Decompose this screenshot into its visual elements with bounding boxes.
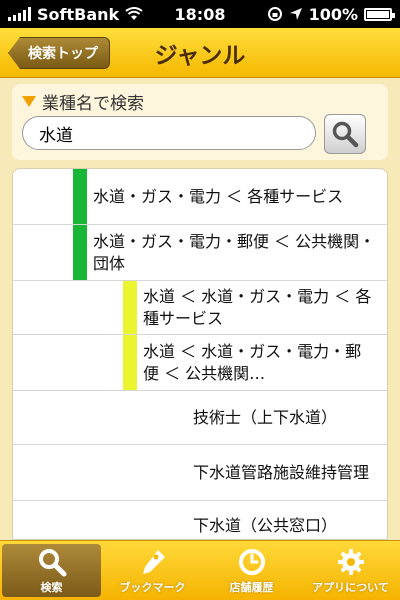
results-list: 水道・ガス・電力 ＜ 各種サービス 水道・ガス・電力・郵便 ＜ 公共機関・団体 …: [12, 168, 388, 540]
level-indicator: [73, 225, 87, 280]
list-item[interactable]: 下水道管路施設維持管理: [13, 445, 387, 501]
location-icon: [289, 8, 302, 20]
bookmark-icon: [142, 549, 165, 574]
carrier-label: SoftBank: [37, 4, 120, 24]
list-item-label: 水道 ＜ 水道・ガス・電力 ＜ 各種サービス: [143, 286, 372, 328]
list-item[interactable]: 水道・ガス・電力・郵便 ＜ 公共機関・団体: [13, 225, 387, 281]
battery-icon: [364, 7, 395, 21]
tab-bookmark[interactable]: ブックマーク: [103, 541, 202, 600]
tab-bar: 検索 ブックマーク 店舗履歴 アプリについて: [0, 540, 400, 600]
list-item-label: 下水道（公共窓口）: [193, 516, 338, 535]
status-bar: SoftBank 18:08 100%: [0, 0, 400, 28]
level-indicator: [123, 281, 137, 334]
magnifier-icon: [332, 121, 359, 148]
search-input[interactable]: [22, 116, 316, 150]
list-item[interactable]: 水道 ＜ 水道・ガス・電力 ＜ 各種サービス: [13, 281, 387, 335]
search-icon: [38, 548, 66, 576]
clock-icon: [238, 548, 265, 575]
list-item[interactable]: 技術士（上下水道）: [13, 391, 387, 445]
level-indicator: [123, 335, 137, 390]
list-item-label: 水道・ガス・電力・郵便 ＜ 公共機関・団体: [93, 231, 376, 273]
list-item[interactable]: 水道 ＜ 水道・ガス・電力・郵便 ＜ 公共機関…: [13, 335, 387, 391]
list-item-label: 下水道管路施設維持管理: [193, 462, 370, 482]
battery-percent: 100%: [308, 4, 358, 24]
search-heading: 業種名で検索: [22, 89, 144, 114]
tab-search[interactable]: 検索: [2, 544, 101, 597]
tab-label: ブックマーク: [119, 580, 186, 594]
list-item[interactable]: 水道・ガス・電力 ＜ 各種サービス: [13, 169, 387, 225]
search-button[interactable]: [324, 114, 366, 154]
search-panel: 業種名で検索: [12, 84, 388, 160]
tab-history[interactable]: 店舗履歴: [202, 541, 301, 600]
list-item-label: 水道 ＜ 水道・ガス・電力・郵便 ＜ 公共機関…: [143, 341, 362, 383]
search-heading-label: 業種名で検索: [42, 94, 144, 114]
signal-icon: [8, 7, 31, 21]
level-indicator: [73, 169, 87, 224]
list-item-label: 水道・ガス・電力 ＜ 各種サービス: [93, 186, 344, 206]
tab-label: アプリについて: [312, 580, 389, 594]
triangle-down-icon: [22, 96, 36, 107]
tab-label: 検索: [40, 580, 63, 594]
nav-bar: 検索トップ ジャンル: [0, 28, 400, 78]
clock-time: 18:08: [174, 4, 226, 24]
gear-icon: [337, 548, 364, 575]
tab-label: 店舗履歴: [229, 580, 274, 594]
list-item[interactable]: 下水道（公共窓口）: [13, 501, 387, 539]
wifi-icon: [125, 7, 143, 20]
back-button[interactable]: 検索トップ: [8, 37, 110, 69]
tab-about[interactable]: アプリについて: [301, 541, 400, 600]
rotation-lock-icon: [267, 7, 282, 21]
list-item-label: 技術士（上下水道）: [193, 407, 338, 427]
